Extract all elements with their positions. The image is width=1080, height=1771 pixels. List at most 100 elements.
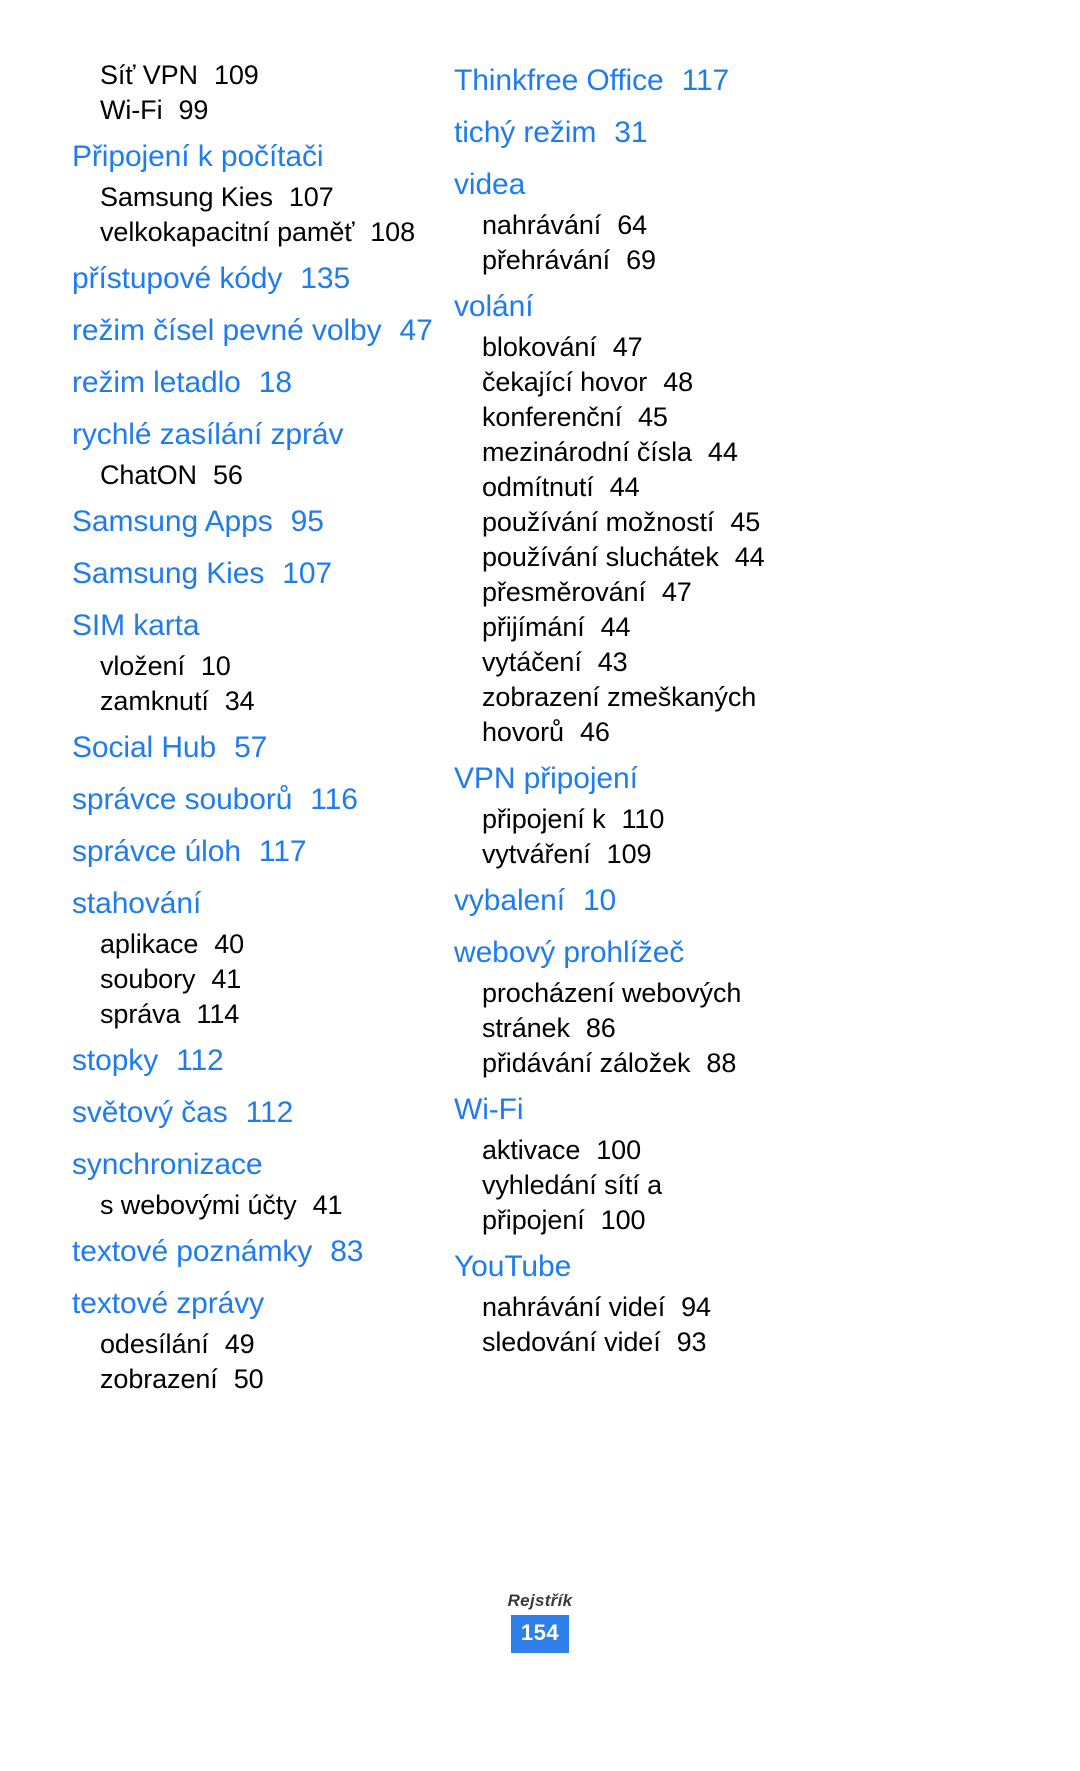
index-entry-page-number: 34 — [224, 686, 255, 716]
index-entry-page-number: 31 — [614, 116, 648, 149]
index-entry-page-number: 69 — [626, 245, 656, 275]
index-entry-sub: hovorů 46 — [454, 715, 1020, 750]
index-entry-sub: odmítnutí 44 — [454, 470, 1020, 505]
index-entry-main: YouTube — [454, 1244, 1020, 1290]
index-entry-page-number: 116 — [310, 783, 358, 816]
index-entry-main: Připojení k počítači — [72, 134, 424, 180]
index-entry-page-number: 57 — [234, 731, 268, 764]
index-columns: Síť VPN 109 Wi-Fi 99 Připojení k počítači Sam… — [0, 0, 1080, 1397]
index-entry-sub: Síť VPN 109 — [72, 58, 424, 93]
index-entry-sub: velkokapacitní paměť 108 — [72, 215, 424, 250]
index-entry-page-number: 83 — [330, 1235, 364, 1268]
index-entry-page-number: 46 — [579, 717, 610, 747]
index-entry-main: stahování — [72, 881, 424, 927]
index-entry-sub: procházení webových — [454, 976, 1020, 1011]
index-entry-sub: ChatON 56 — [72, 458, 424, 493]
index-entry-page-number: 47 — [612, 332, 643, 362]
index-entry-main: vybalení 10 — [454, 878, 1020, 924]
index-entry-label: světový čas — [72, 1096, 228, 1129]
index-entry-label: ChatON — [100, 460, 197, 490]
index-entry-label: přehrávání — [482, 245, 611, 275]
index-entry-main: VPN připojení — [454, 756, 1020, 802]
index-entry-label: odesílání — [100, 1329, 209, 1359]
index-entry-label: Wi-Fi — [100, 95, 163, 125]
index-entry-page-number: 43 — [597, 647, 628, 677]
index-entry-page-number: 112 — [176, 1044, 224, 1077]
index-entry-sub: připojení k 110 — [454, 802, 1020, 837]
index-entry-label: režim čísel pevné volby — [72, 314, 382, 347]
index-entry-label: čekající hovor — [482, 367, 648, 397]
index-entry-main: videa — [454, 162, 1020, 208]
index-entry-sub: používání možností 45 — [454, 505, 1020, 540]
index-entry-page-number: 99 — [178, 95, 209, 125]
index-entry-page-number: 114 — [196, 999, 240, 1029]
index-entry-label: konferenční — [482, 402, 622, 432]
index-entry-main: synchronizace — [72, 1142, 424, 1188]
index-entry-sub: vytáčení 43 — [454, 645, 1020, 680]
index-entry-label: Samsung Kies — [100, 182, 273, 212]
index-entry-label: vybalení — [454, 884, 565, 917]
index-entry-label: vyhledání sítí a — [482, 1170, 663, 1200]
index-entry-page-number: 47 — [661, 577, 692, 607]
index-entry-page-number: 86 — [585, 1013, 616, 1043]
index-entry-page-number: 109 — [213, 60, 259, 90]
index-entry-sub: připojení 100 — [454, 1203, 1020, 1238]
index-entry-label: nahrávání — [482, 210, 602, 240]
footer-section-label: Rejstřík — [507, 1591, 573, 1610]
index-entry-label: webový prohlížeč — [454, 936, 685, 969]
index-entry-page-number: 44 — [707, 437, 738, 467]
index-entry-page-number: 10 — [582, 884, 617, 917]
index-entry-sub: vyhledání sítí a — [454, 1168, 1020, 1203]
index-entry-main: volání — [454, 284, 1020, 330]
index-entry-label: přístupové kódy — [72, 262, 283, 295]
index-column-right: Thinkfree Office 117 tichý režim 31 videa nah… — [432, 58, 1080, 1360]
index-entry-page-number: 93 — [676, 1327, 707, 1357]
index-entry-label: synchronizace — [72, 1148, 263, 1181]
index-entry-label: zobrazení — [100, 1364, 218, 1394]
index-entry-label: VPN připojení — [454, 762, 638, 795]
index-entry-label: rychlé zasílání zpráv — [72, 418, 344, 451]
index-entry-label: Připojení k počítači — [72, 140, 324, 173]
index-entry-label: soubory — [100, 964, 196, 994]
index-entry-main: správce úloh 117 — [72, 829, 424, 875]
index-entry-sub: odesílání 49 — [72, 1327, 424, 1362]
index-entry-label: používání sluchátek — [482, 542, 719, 572]
index-entry-label: Wi-Fi — [454, 1093, 524, 1126]
index-entry-label: správa — [100, 999, 181, 1029]
index-entry-sub: zobrazení zmeškaných — [454, 680, 1020, 715]
index-entry-page-number: 109 — [606, 839, 652, 869]
index-entry-main: webový prohlížeč — [454, 930, 1020, 976]
index-entry-label: stopky — [72, 1044, 159, 1077]
index-entry-main: Thinkfree Office 117 — [454, 58, 1020, 104]
index-entry-page-number: 47 — [399, 314, 433, 347]
index-entry-sub: nahrávání 64 — [454, 208, 1020, 243]
index-entry-label: procházení webových — [482, 978, 742, 1008]
index-entry-label: zobrazení zmeškaných — [482, 682, 757, 712]
index-entry-sub: stránek 86 — [454, 1011, 1020, 1046]
index-entry-page-number: 88 — [706, 1048, 737, 1078]
index-entry-label: přijímání — [482, 612, 585, 642]
index-entry-label: volání — [454, 290, 534, 323]
index-entry-sub: s webovými účty 41 — [72, 1188, 424, 1223]
page-footer: Rejstřík 154 — [0, 1591, 1080, 1653]
index-entry-label: vytváření — [482, 839, 591, 869]
index-entry-page-number: 41 — [312, 1190, 343, 1220]
index-entry-label: videa — [454, 168, 526, 201]
index-entry-page-number: 100 — [596, 1135, 641, 1165]
index-entry-main: režim letadlo 18 — [72, 360, 424, 406]
index-entry-label: přesměrování — [482, 577, 646, 607]
index-entry-label: Social Hub — [72, 731, 217, 764]
index-entry-page-number: 41 — [211, 964, 242, 994]
index-entry-label: s webovými účty — [100, 1190, 297, 1220]
index-page: Síť VPN 109 Wi-Fi 99 Připojení k počítači Sam… — [0, 0, 1080, 1771]
index-entry-sub: zamknutí 34 — [72, 684, 424, 719]
index-entry-page-number: 49 — [224, 1329, 255, 1359]
index-entry-sub: přesměrování 47 — [454, 575, 1020, 610]
index-entry-label: správce úloh — [72, 835, 241, 868]
index-entry-main: světový čas 112 — [72, 1090, 424, 1136]
index-entry-label: připojení — [482, 1205, 585, 1235]
index-entry-main: Samsung Apps 95 — [72, 499, 424, 545]
index-entry-label: sledování videí — [482, 1327, 661, 1357]
index-entry-sub: zobrazení 50 — [72, 1362, 424, 1397]
index-entry-label: režim letadlo — [72, 366, 241, 399]
